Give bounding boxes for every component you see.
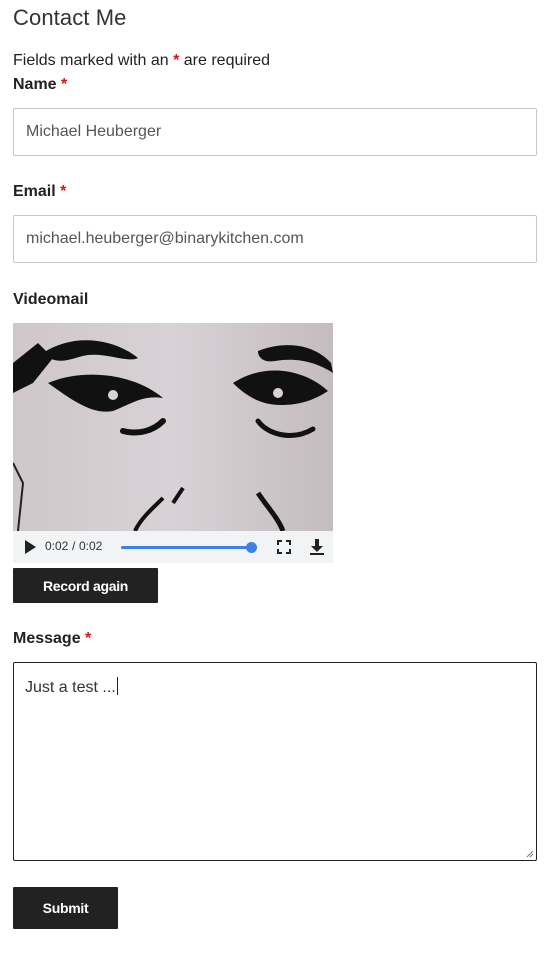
message-label-text: Message	[13, 630, 81, 647]
email-required-star: *	[60, 183, 67, 200]
name-input[interactable]: Michael Heuberger	[13, 108, 537, 156]
name-required-star: *	[61, 76, 68, 93]
resize-handle-icon[interactable]	[526, 850, 534, 858]
email-input-value: michael.heuberger@binarykitchen.com	[26, 230, 304, 247]
fullscreen-icon[interactable]	[277, 540, 291, 554]
required-note-suffix: are required	[183, 52, 271, 69]
name-label: Name *	[13, 76, 67, 94]
message-textarea[interactable]: Just a test ...	[13, 662, 537, 861]
video-frame	[13, 323, 333, 531]
required-note-star: *	[173, 52, 180, 69]
email-label-text: Email	[13, 183, 56, 200]
download-icon[interactable]	[309, 538, 325, 556]
submit-button[interactable]: Submit	[13, 887, 118, 929]
video-progress-slider[interactable]	[121, 542, 257, 553]
videomail-label-text: Videomail	[13, 291, 89, 308]
name-label-text: Name	[13, 76, 57, 93]
videomail-label: Videomail	[13, 291, 88, 309]
video-progress-thumb[interactable]	[246, 542, 257, 553]
text-caret	[116, 677, 118, 695]
page-title: Contact Me	[13, 5, 127, 30]
email-input[interactable]: michael.heuberger@binarykitchen.com	[13, 215, 537, 263]
required-note-prefix: Fields marked with an	[13, 52, 169, 69]
name-input-value: Michael Heuberger	[26, 123, 162, 140]
message-label: Message *	[13, 630, 91, 648]
video-current-time: 0:02	[45, 539, 69, 553]
video-progress-fill	[121, 546, 251, 549]
email-label: Email *	[13, 183, 66, 201]
play-icon[interactable]	[23, 540, 37, 554]
video-total-time: 0:02	[79, 539, 103, 553]
video-time-separator: /	[72, 539, 76, 553]
videomail-player[interactable]: 0:02 / 0:02	[13, 323, 333, 563]
message-textarea-value: Just a test ...	[25, 679, 116, 696]
video-controls-bar: 0:02 / 0:02	[13, 531, 333, 563]
record-again-button[interactable]: Record again	[13, 568, 158, 603]
required-fields-note: Fields marked with an * are required	[13, 52, 270, 70]
message-required-star: *	[85, 630, 92, 647]
